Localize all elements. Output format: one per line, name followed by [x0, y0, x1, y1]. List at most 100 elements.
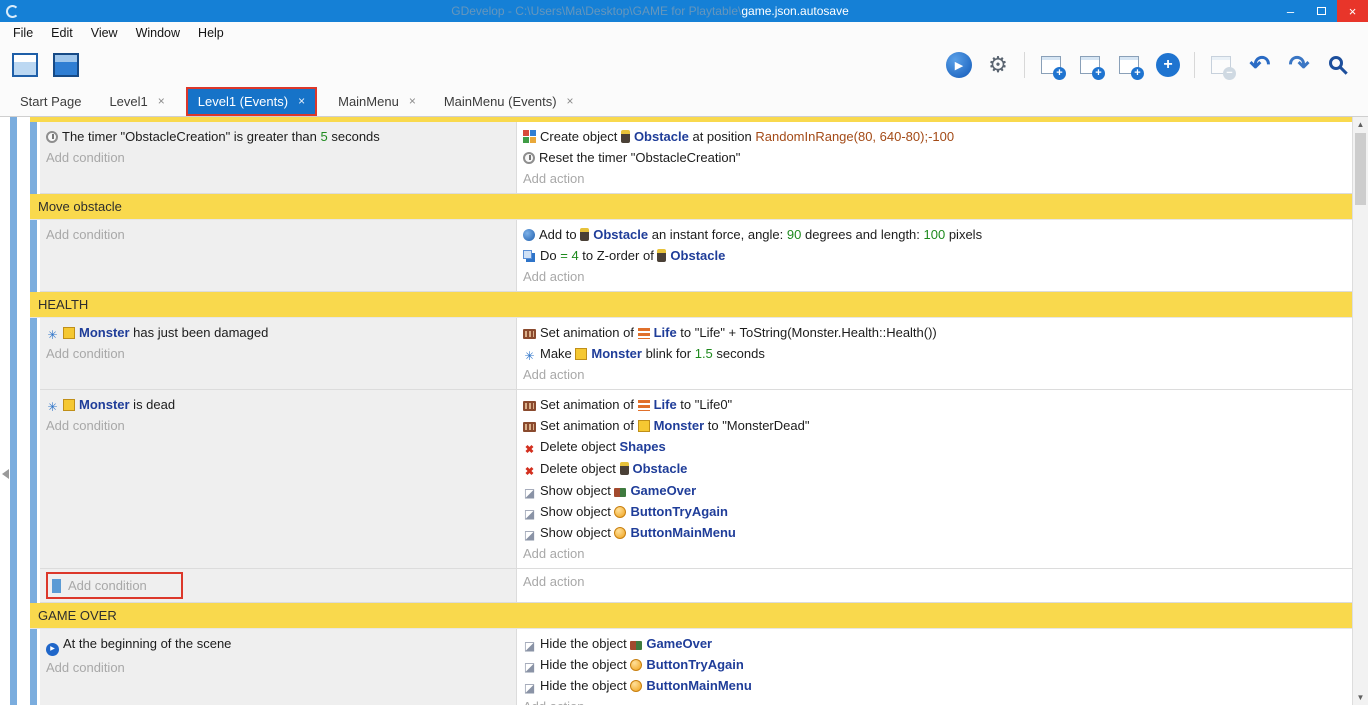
actions-cell[interactable]: Hide the object GameOver Hide the object…: [517, 629, 1352, 705]
event-group-header[interactable]: HEALTH: [30, 292, 1352, 318]
action[interactable]: Delete object Obstacle: [517, 458, 1352, 480]
action[interactable]: Hide the object GameOver: [517, 633, 1352, 654]
event-selection-bar[interactable]: [30, 629, 37, 705]
add-condition-link[interactable]: Add condition: [68, 576, 147, 595]
scrollbar-thumb[interactable]: [1355, 133, 1366, 205]
tab-mainmenu[interactable]: MainMenu×: [328, 89, 426, 114]
add-action-link[interactable]: Add action: [517, 543, 1352, 564]
event-group-header[interactable]: GAME OVER: [30, 603, 1352, 629]
text-segment: Make: [540, 346, 575, 361]
group-indent-bar[interactable]: [10, 603, 17, 629]
conditions-cell[interactable]: Monster has just been damaged Add condit…: [40, 318, 517, 390]
tab-close-icon[interactable]: ×: [409, 94, 416, 108]
add-action-link[interactable]: Add action: [517, 571, 1352, 592]
condition[interactable]: Monster has just been damaged: [40, 322, 516, 343]
event-selection-bar[interactable]: [30, 122, 37, 194]
action[interactable]: Set animation of Life to "Life" + ToStri…: [517, 322, 1352, 343]
action[interactable]: Create object Obstacle at position Rando…: [517, 126, 1352, 147]
project-manager-button[interactable]: [9, 49, 41, 81]
event-group-header[interactable]: Move obstacle: [30, 194, 1352, 220]
condition[interactable]: Monster is dead: [40, 394, 516, 415]
event-selection-bar[interactable]: [30, 569, 37, 603]
menu-help[interactable]: Help: [189, 24, 233, 42]
action[interactable]: Show object ButtonMainMenu: [517, 522, 1352, 543]
action[interactable]: Set animation of Life to "Life0": [517, 394, 1352, 415]
conditions-cell[interactable]: At the beginning of the scene Add condit…: [40, 629, 517, 705]
group-indent-bar[interactable]: [10, 292, 17, 318]
menu-view[interactable]: View: [82, 24, 127, 42]
redo-button[interactable]: ↷: [1283, 49, 1315, 81]
tab-level1-events[interactable]: Level1 (Events)×: [188, 89, 315, 114]
action[interactable]: Set animation of Monster to "MonsterDead…: [517, 415, 1352, 436]
add-other-event-button[interactable]: +: [1152, 49, 1184, 81]
action[interactable]: Show object GameOver: [517, 480, 1352, 501]
add-event-button[interactable]: [1035, 49, 1067, 81]
action[interactable]: Hide the object ButtonMainMenu: [517, 675, 1352, 696]
conditions-cell[interactable]: Add condition: [40, 569, 517, 603]
action[interactable]: Make Monster blink for 1.5 seconds: [517, 343, 1352, 364]
group-indent-bar[interactable]: [10, 569, 17, 603]
add-condition-link[interactable]: Add condition: [40, 224, 516, 245]
conditions-cell[interactable]: Monster is dead Add condition: [40, 390, 517, 569]
actions-cell[interactable]: Add action: [517, 569, 1352, 603]
condition[interactable]: At the beginning of the scene: [40, 633, 516, 657]
group-indent-bar[interactable]: [10, 318, 17, 390]
add-condition-link[interactable]: Add condition: [40, 147, 516, 168]
add-action-link[interactable]: Add action: [517, 364, 1352, 385]
menu-edit[interactable]: Edit: [42, 24, 82, 42]
scroll-up-icon[interactable]: ▲: [1353, 117, 1368, 132]
event-selection-bar[interactable]: [30, 318, 37, 390]
vertical-scrollbar[interactable]: ▲ ▼: [1352, 117, 1368, 705]
scroll-down-icon[interactable]: ▼: [1353, 690, 1368, 705]
actions-cell[interactable]: Set animation of Life to "Life0" Set ani…: [517, 390, 1352, 569]
menu-file[interactable]: File: [4, 24, 42, 42]
collapse-arrow-icon[interactable]: [2, 469, 9, 479]
add-condition-link[interactable]: Add condition: [40, 415, 516, 436]
add-action-link[interactable]: Add action: [517, 266, 1352, 287]
group-indent-bar[interactable]: [10, 220, 17, 292]
preview-debug-button[interactable]: ⚙: [982, 49, 1014, 81]
action[interactable]: Add to Obstacle an instant force, angle:…: [517, 224, 1352, 245]
group-indent-bar[interactable]: [10, 194, 17, 220]
tab-close-icon[interactable]: ×: [567, 94, 574, 108]
preview-button[interactable]: ▶: [943, 49, 975, 81]
actions-cell[interactable]: Set animation of Life to "Life" + ToStri…: [517, 318, 1352, 390]
images-bank-button[interactable]: [50, 49, 82, 81]
tab-level1[interactable]: Level1×: [99, 89, 174, 114]
conditions-cell[interactable]: Add condition: [40, 220, 517, 292]
undo-button[interactable]: ↶: [1244, 49, 1276, 81]
action[interactable]: Show object ButtonTryAgain: [517, 501, 1352, 522]
tab-close-icon[interactable]: ×: [298, 94, 305, 108]
actions-cell[interactable]: Add to Obstacle an instant force, angle:…: [517, 220, 1352, 292]
event-selection-bar[interactable]: [30, 220, 37, 292]
add-subevent-button[interactable]: [1074, 49, 1106, 81]
add-condition-link[interactable]: Add condition: [40, 657, 516, 678]
condition[interactable]: The timer "ObstacleCreation" is greater …: [40, 126, 516, 147]
add-comment-button[interactable]: [1113, 49, 1145, 81]
search-button[interactable]: [1322, 49, 1354, 81]
action[interactable]: Do = 4 to Z-order of Obstacle: [517, 245, 1352, 266]
events-sheet[interactable]: The timer "ObstacleCreation" is greater …: [0, 117, 1352, 705]
event-selection-bar[interactable]: [52, 579, 61, 593]
tab-mainmenu-events[interactable]: MainMenu (Events)×: [434, 89, 584, 114]
event-selection-bar[interactable]: [30, 390, 37, 569]
action[interactable]: Reset the timer "ObstacleCreation": [517, 147, 1352, 168]
group-indent-bar[interactable]: [10, 122, 17, 194]
conditions-cell[interactable]: The timer "ObstacleCreation" is greater …: [40, 122, 517, 194]
monster-icon: [638, 420, 650, 432]
menu-window[interactable]: Window: [127, 24, 189, 42]
add-condition-link[interactable]: Add condition: [40, 343, 516, 364]
tab-close-icon[interactable]: ×: [158, 94, 165, 108]
add-action-link[interactable]: Add action: [517, 696, 1352, 705]
tab-start-page[interactable]: Start Page: [10, 89, 91, 114]
actions-cell[interactable]: Create object Obstacle at position Rando…: [517, 122, 1352, 194]
minimize-button[interactable]: –: [1275, 0, 1306, 22]
action[interactable]: Hide the object ButtonTryAgain: [517, 654, 1352, 675]
add-action-link[interactable]: Add action: [517, 168, 1352, 189]
group-indent-bar[interactable]: [10, 390, 17, 569]
action[interactable]: Delete object Shapes: [517, 436, 1352, 458]
close-button[interactable]: ×: [1337, 0, 1368, 22]
deactivate-event-button[interactable]: [1205, 49, 1237, 81]
maximize-button[interactable]: [1306, 0, 1337, 22]
group-indent-bar[interactable]: [10, 629, 17, 705]
